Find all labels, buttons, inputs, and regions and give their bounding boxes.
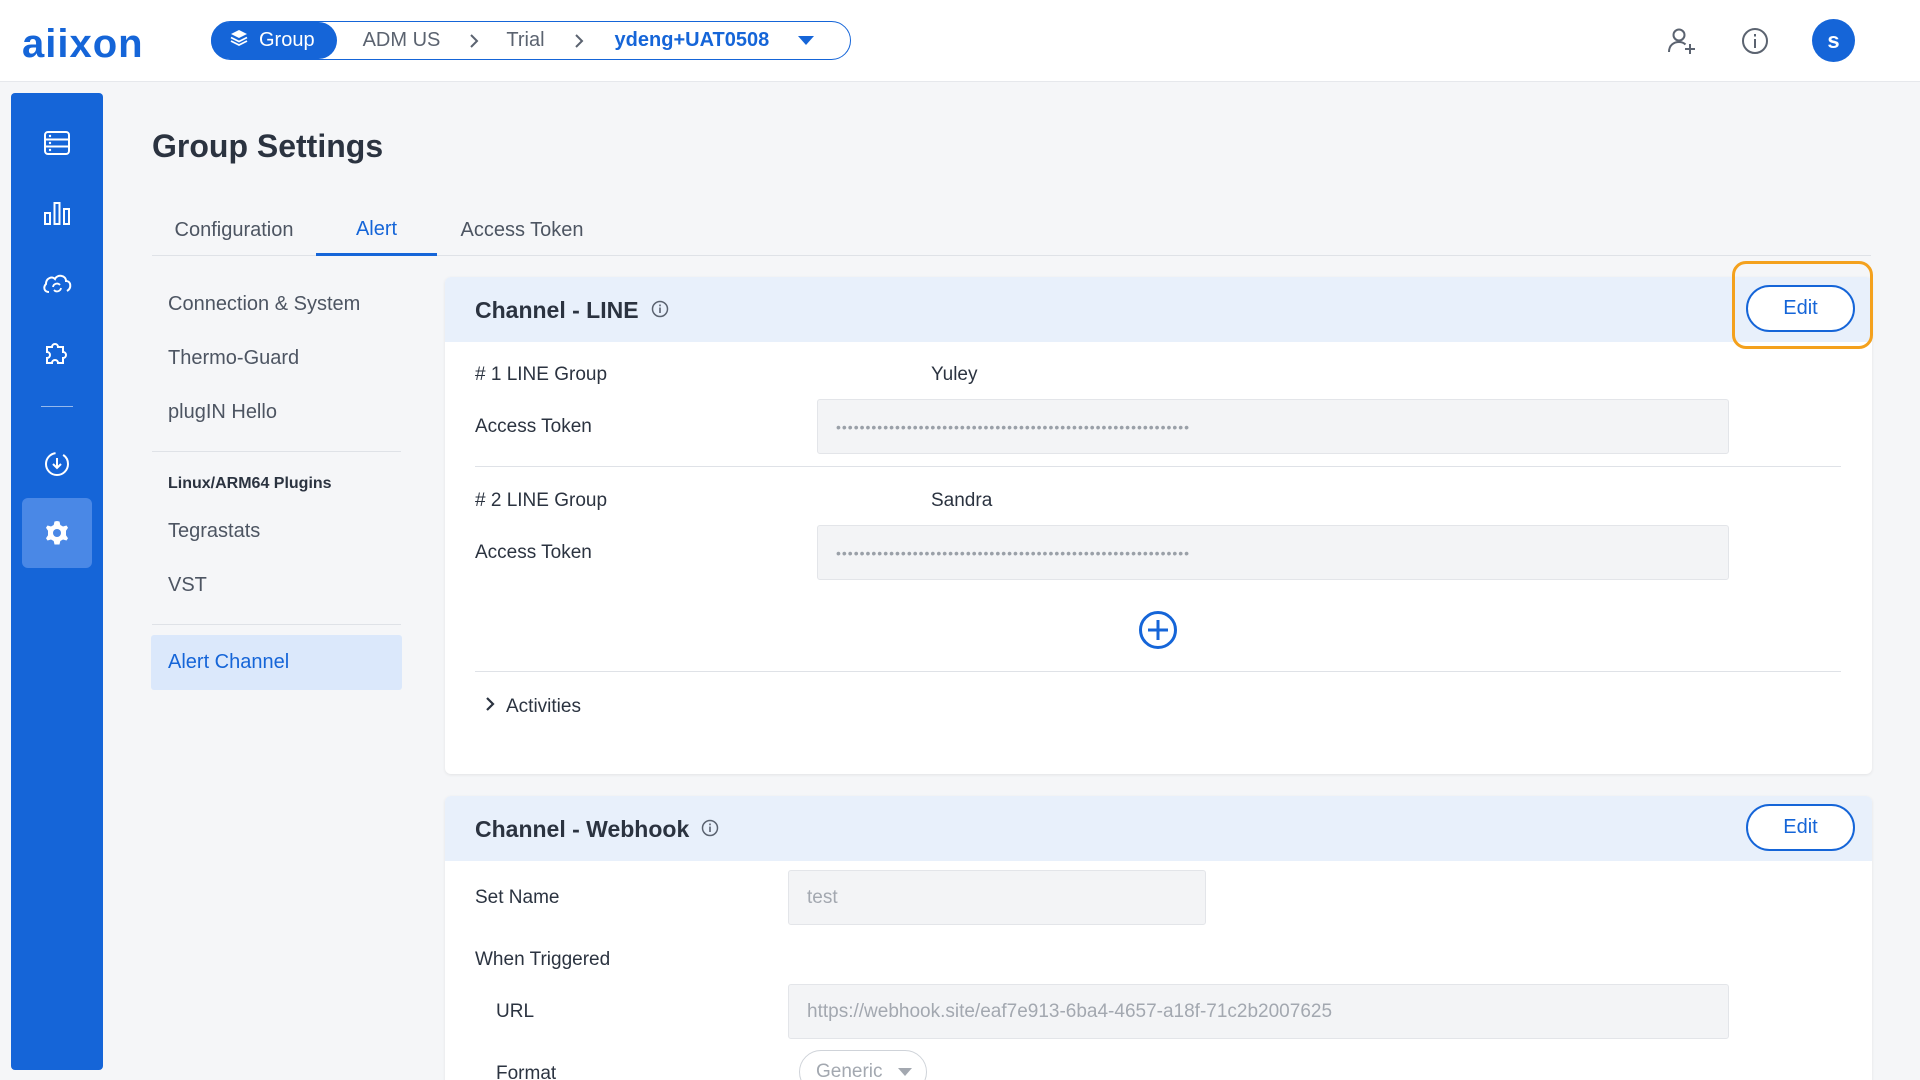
add-user-icon[interactable]	[1665, 24, 1699, 58]
subnav-divider	[152, 624, 401, 625]
group-scope-label: Group	[259, 29, 315, 51]
format-select-value: Generic	[816, 1061, 883, 1080]
layers-icon	[229, 28, 249, 54]
ota-icon[interactable]	[22, 429, 92, 499]
url-field[interactable]: https://webhook.site/eaf7e913-6ba4-4657-…	[788, 984, 1729, 1039]
set-name-label: Set Name	[475, 887, 560, 908]
line-channel-header: Channel - LINE	[445, 277, 1872, 342]
chevron-right-icon	[484, 696, 496, 718]
tab-access-token[interactable]: Access Token	[437, 205, 607, 256]
format-label: Format	[496, 1063, 557, 1080]
add-line-group-button[interactable]	[1138, 610, 1178, 650]
top-bar: aiixon Group ADM US Trial ydeng+UAT0508 …	[0, 0, 1920, 82]
line-group-2-token-label: Access Token	[475, 542, 592, 563]
format-select[interactable]: Generic	[799, 1050, 927, 1080]
set-name-value: test	[807, 886, 838, 908]
subnav-item-connection-system[interactable]: Connection & System	[168, 293, 360, 316]
line-edit-button[interactable]: Edit	[1746, 285, 1855, 332]
user-avatar[interactable]: s	[1812, 19, 1855, 62]
breadcrumb-item-adm-us[interactable]: ADM US	[363, 29, 441, 52]
line-group-2-token-value: ••••••••••••••••••••••••••••••••••••••••…	[836, 544, 1191, 561]
rail-divider	[41, 406, 73, 407]
chevron-right-icon	[573, 33, 585, 49]
server-icon[interactable]	[22, 108, 92, 178]
cloud-sync-icon[interactable]	[22, 248, 92, 318]
subnav-divider	[152, 451, 401, 452]
webhook-edit-button[interactable]: Edit	[1746, 804, 1855, 851]
group-scope-button[interactable]: Group	[211, 22, 337, 59]
line-channel-title: Channel - LINE	[475, 297, 669, 324]
subnav-item-vst[interactable]: VST	[168, 574, 207, 597]
gear-icon[interactable]	[22, 498, 92, 568]
line-group-1-token-field[interactable]: ••••••••••••••••••••••••••••••••••••••••…	[817, 399, 1729, 454]
activities-label: Activities	[506, 696, 581, 717]
line-group-1-token-label: Access Token	[475, 416, 592, 437]
caret-down-icon	[897, 1061, 913, 1080]
subnav-item-alert-channel[interactable]: Alert Channel	[151, 635, 402, 690]
set-name-field[interactable]: test	[788, 870, 1206, 925]
line-group-2-token-field[interactable]: ••••••••••••••••••••••••••••••••••••••••…	[817, 525, 1729, 580]
info-icon[interactable]	[701, 816, 719, 843]
chart-icon[interactable]	[22, 178, 92, 248]
activities-toggle[interactable]: Activities	[484, 696, 581, 718]
caret-down-icon[interactable]	[797, 35, 815, 47]
line-channel-title-text: Channel - LINE	[475, 297, 639, 323]
webhook-channel-header: Channel - Webhook	[445, 796, 1872, 861]
url-value: https://webhook.site/eaf7e913-6ba4-4657-…	[807, 1000, 1333, 1022]
tab-configuration[interactable]: Configuration	[152, 205, 316, 256]
info-icon[interactable]	[651, 297, 669, 324]
left-nav-rail	[11, 93, 103, 1070]
row-divider	[475, 466, 1841, 467]
plugin-icon[interactable]	[22, 318, 92, 388]
subnav-item-tegrastats[interactable]: Tegrastats	[168, 520, 260, 543]
page-title: Group Settings	[152, 128, 384, 164]
settings-tabs: Configuration Alert Access Token	[152, 205, 1871, 256]
subnav-item-thermo-guard[interactable]: Thermo-Guard	[168, 347, 299, 370]
line-group-2-value: Sandra	[931, 490, 993, 511]
breadcrumb: Group ADM US Trial ydeng+UAT0508	[211, 21, 851, 60]
tab-alert[interactable]: Alert	[316, 205, 437, 256]
line-group-2-label: # 2 LINE Group	[475, 490, 608, 511]
line-group-1-token-value: ••••••••••••••••••••••••••••••••••••••••…	[836, 418, 1191, 435]
row-divider	[475, 671, 1841, 672]
info-icon[interactable]	[1738, 24, 1772, 58]
breadcrumb-current-group[interactable]: ydeng+UAT0508	[615, 29, 770, 52]
when-triggered-label: When Triggered	[475, 949, 611, 970]
webhook-channel-title: Channel - Webhook	[475, 816, 719, 843]
subnav-item-plugin-hello[interactable]: plugIN Hello	[168, 401, 277, 424]
subnav-section-header: Linux/ARM64 Plugins	[168, 475, 332, 492]
line-group-1-label: # 1 LINE Group	[475, 364, 608, 385]
line-group-1-value: Yuley	[931, 364, 978, 385]
webhook-channel-title-text: Channel - Webhook	[475, 816, 690, 842]
breadcrumb-item-trial[interactable]: Trial	[506, 29, 544, 52]
aiixon-logo[interactable]: aiixon	[22, 22, 144, 67]
chevron-right-icon	[468, 33, 480, 49]
url-label: URL	[496, 1001, 535, 1022]
